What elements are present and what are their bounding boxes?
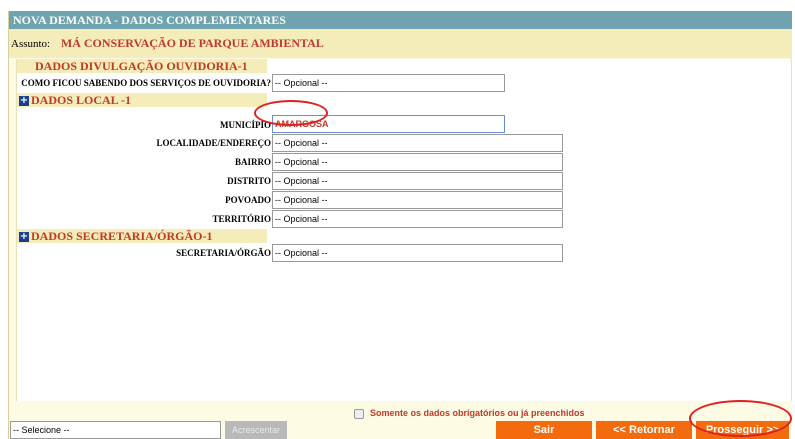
territorio-select[interactable]: -- Opcional -- xyxy=(272,210,563,228)
section-divulgacao-header: DADOS DIVULGAÇÃO OUVIDORIA-1 xyxy=(17,59,267,73)
somente-obrigatorios-checkbox[interactable] xyxy=(354,409,364,419)
field-label-municipio: MUNICÍPIO xyxy=(220,120,271,130)
field-label-povoado: POVOADO xyxy=(225,195,271,205)
field-label-como-ficou: COMO FICOU SABENDO DOS SERVIÇOS DE OUVID… xyxy=(21,78,271,88)
localidade-select[interactable]: -- Opcional -- xyxy=(272,134,563,152)
section-divulgacao-title: DADOS DIVULGAÇÃO OUVIDORIA-1 xyxy=(35,59,248,73)
window-title: NOVA DEMANDA - DADOS COMPLEMENTARES xyxy=(9,11,792,29)
assunto-label: Assunto: xyxy=(11,38,51,50)
municipio-input[interactable]: AMARGOSA xyxy=(272,115,505,133)
povoado-select[interactable]: -- Opcional -- xyxy=(272,191,563,209)
field-label-localidade: LOCALIDADE/ENDEREÇO xyxy=(156,138,271,148)
form-content: DADOS DIVULGAÇÃO OUVIDORIA-1 COMO FICOU … xyxy=(16,59,792,401)
secretaria-select[interactable]: -- Opcional -- xyxy=(272,244,563,262)
field-label-secretaria: SECRETARIA/ÓRGÃO xyxy=(176,248,271,258)
assunto-value: MÁ CONSERVAÇÃO DE PARQUE AMBIENTAL xyxy=(60,36,324,50)
dialog-frame: NOVA DEMANDA - DADOS COMPLEMENTARES Assu… xyxy=(8,11,792,439)
assunto-bar: Assunto: MÁ CONSERVAÇÃO DE PARQUE AMBIEN… xyxy=(9,29,792,58)
section-local-header[interactable]: + DADOS LOCAL -1 xyxy=(17,93,267,107)
retornar-button[interactable]: << Retornar xyxy=(596,421,692,439)
field-label-distrito: DISTRITO xyxy=(227,176,271,186)
como-ficou-select[interactable]: -- Opcional -- xyxy=(272,74,505,92)
sair-button[interactable]: Sair xyxy=(496,421,592,439)
expand-plus-icon[interactable]: + xyxy=(19,232,29,243)
section-local-title: DADOS LOCAL -1 xyxy=(31,93,132,107)
section-secretaria-header[interactable]: + DADOS SECRETARIA/ÓRGÃO-1 xyxy=(17,229,267,243)
section-secretaria-title: DADOS SECRETARIA/ÓRGÃO-1 xyxy=(31,229,213,243)
expand-plus-icon[interactable]: + xyxy=(19,96,29,107)
footer-bar: Somente os dados obrigatórios ou já pree… xyxy=(9,401,792,439)
field-label-bairro: BAIRRO xyxy=(234,157,271,167)
selecione-dropdown[interactable]: -- Selecione -- xyxy=(10,421,221,439)
bairro-select[interactable]: -- Opcional -- xyxy=(272,153,563,171)
somente-obrigatorios-label: Somente os dados obrigatórios ou já pree… xyxy=(370,408,585,418)
field-label-territorio: TERRITÓRIO xyxy=(212,214,271,224)
prosseguir-button[interactable]: Prosseguir >> xyxy=(696,421,789,439)
distrito-select[interactable]: -- Opcional -- xyxy=(272,172,563,190)
acrescentar-button[interactable]: Acrescentar xyxy=(225,421,287,439)
